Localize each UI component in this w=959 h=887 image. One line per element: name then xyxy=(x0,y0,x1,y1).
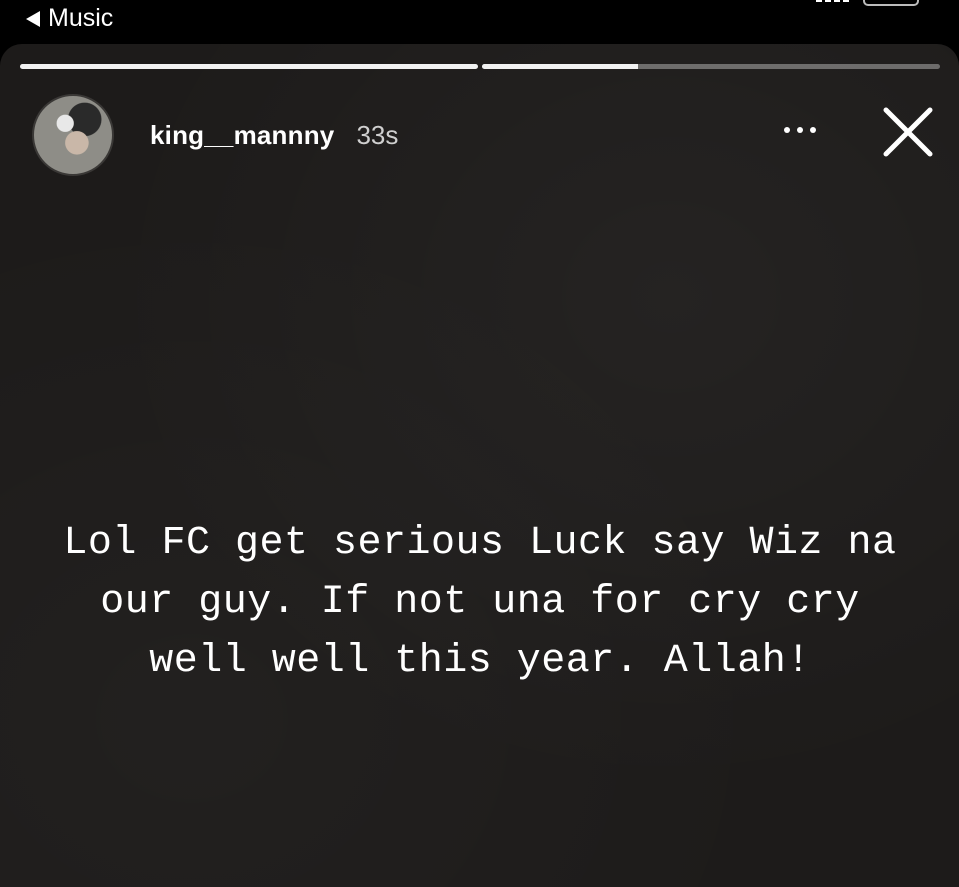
story-text: Lol FC get serious Luck say Wiz na our g… xyxy=(63,521,897,684)
progress-fill xyxy=(20,64,478,69)
status-bar: Music xyxy=(0,0,959,44)
status-indicators xyxy=(816,0,919,6)
more-options-icon[interactable] xyxy=(784,127,816,133)
story-progress-segment-1 xyxy=(20,64,478,69)
username[interactable]: king__mannny xyxy=(150,120,334,151)
avatar[interactable] xyxy=(32,94,114,176)
story-progress-segment-2 xyxy=(482,64,940,69)
progress-fill xyxy=(482,64,638,69)
back-triangle-icon xyxy=(26,10,40,27)
story-viewer[interactable]: king__mannny 33s Lol FC get serious Luck… xyxy=(0,44,959,887)
close-icon[interactable] xyxy=(880,104,936,160)
battery-icon xyxy=(863,0,919,6)
timestamp: 33s xyxy=(356,119,399,150)
back-app-label: Music xyxy=(48,4,114,32)
signal-icon xyxy=(816,0,849,2)
story-header: king__mannny 33s xyxy=(32,94,398,176)
back-to-app-link[interactable]: Music xyxy=(26,4,113,33)
